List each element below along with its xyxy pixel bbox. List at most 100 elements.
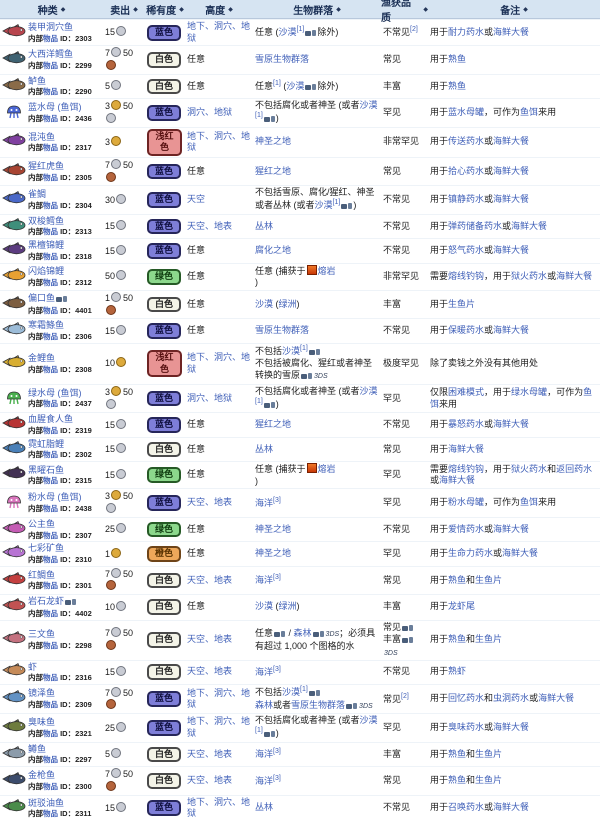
wiki-link[interactable]: 海鲜大餐: [493, 524, 529, 534]
wiki-link[interactable]: 地下、洞穴、地狱: [187, 688, 250, 710]
col-header-biome[interactable]: 生物群落◆: [253, 2, 381, 17]
wiki-link[interactable]: 臭味药水: [448, 722, 484, 732]
wiki-link[interactable]: 洞穴、地狱: [187, 107, 232, 117]
wiki-link[interactable]: 狱火药水: [511, 271, 547, 281]
wiki-link[interactable]: 回忆药水: [448, 693, 484, 703]
wiki-link[interactable]: 龙虾尾: [448, 601, 475, 611]
wiki-link[interactable]: 天空、地表: [187, 221, 232, 231]
col-header-sell[interactable]: 卖出◆: [103, 2, 145, 17]
wiki-link[interactable]: 天空、地表: [187, 666, 232, 676]
fish-name-link[interactable]: 鲈鱼: [28, 76, 46, 86]
wiki-link[interactable]: 爱情药水: [448, 524, 484, 534]
wiki-link[interactable]: 神圣之地: [255, 136, 291, 146]
item-id-link[interactable]: 物品: [43, 61, 58, 70]
fish-name-link[interactable]: 公主鱼: [28, 519, 55, 529]
wiki-link[interactable]: 蓝水母罐: [448, 107, 484, 117]
wiki-link[interactable]: 生鱼片: [448, 299, 475, 309]
wiki-link[interactable]: 猩红之地: [255, 166, 291, 176]
wiki-link[interactable]: 森林: [294, 628, 312, 638]
wiki-link[interactable]: 生鱼片: [475, 749, 502, 759]
fish-name-link[interactable]: 猩红虎鱼: [28, 161, 64, 171]
col-header-height[interactable]: 高度◆: [185, 2, 253, 17]
wiki-link[interactable]: 熟鱼: [448, 81, 466, 91]
wiki-link[interactable]: 海鲜大餐: [493, 166, 529, 176]
item-id-link[interactable]: 物品: [43, 201, 58, 210]
wiki-link[interactable]: 海鲜大餐: [493, 27, 529, 37]
wiki-link[interactable]: 鱼饵: [520, 107, 538, 117]
wiki-link[interactable]: 绿洲: [279, 601, 297, 611]
fish-name-link[interactable]: 装甲洞穴鱼: [28, 22, 73, 32]
wiki-link[interactable]: 熟鱼: [448, 634, 466, 644]
wiki-link[interactable]: 沙漠: [282, 687, 300, 697]
wiki-link[interactable]: 沙漠: [360, 386, 378, 396]
wiki-link[interactable]: 粉水母罐: [448, 497, 484, 507]
wiki-link[interactable]: 生鱼片: [475, 775, 502, 785]
item-id-link[interactable]: 物品: [43, 278, 58, 287]
fish-name-link[interactable]: 黑檀锦鲤: [28, 240, 64, 250]
item-id-link[interactable]: 物品: [43, 729, 58, 738]
wiki-link[interactable]: [1]: [300, 345, 308, 352]
wiki-link[interactable]: 天空、地表: [187, 497, 232, 507]
item-id-link[interactable]: 物品: [43, 782, 58, 791]
wiki-link[interactable]: 海鲜大餐: [493, 325, 529, 335]
wiki-link[interactable]: [3]: [273, 574, 281, 581]
wiki-link[interactable]: 沙漠: [282, 346, 300, 356]
fish-name-link[interactable]: 金鲤鱼: [28, 353, 55, 363]
sort-icon[interactable]: ◆: [133, 6, 138, 13]
item-id-link[interactable]: 物品: [43, 700, 58, 709]
wiki-link[interactable]: 天空、地表: [187, 575, 232, 585]
fish-name-link[interactable]: 岩石龙虾: [28, 596, 64, 606]
wiki-link[interactable]: 熟鱼: [448, 54, 466, 64]
wiki-link[interactable]: [1]: [273, 80, 281, 87]
wiki-link[interactable]: 天空: [187, 194, 205, 204]
col-header-notes[interactable]: 备注◆: [428, 2, 600, 17]
wiki-link[interactable]: 海鲜大餐: [556, 271, 592, 281]
col-header-species[interactable]: 种类◆: [0, 2, 103, 17]
wiki-link[interactable]: 丛林: [255, 221, 273, 231]
fish-name-link[interactable]: 混沌鱼: [28, 132, 55, 142]
wiki-link[interactable]: [1]: [255, 112, 263, 119]
wiki-link[interactable]: 丛林: [255, 444, 273, 454]
wiki-link[interactable]: 拾心药水: [448, 166, 484, 176]
item-id-link[interactable]: 物品: [43, 34, 58, 43]
fish-name-link[interactable]: 霓虹脂鲤: [28, 439, 64, 449]
item-id-link[interactable]: 物品: [43, 252, 58, 261]
wiki-link[interactable]: 生命力药水: [448, 548, 493, 558]
item-id-link[interactable]: 物品: [43, 426, 58, 435]
wiki-link[interactable]: [1]: [300, 686, 308, 693]
wiki-link[interactable]: 海鲜大餐: [448, 444, 484, 454]
item-id-link[interactable]: 物品: [43, 114, 58, 123]
sort-icon[interactable]: ◆: [228, 6, 233, 13]
wiki-link[interactable]: 鱼饵: [520, 497, 538, 507]
wiki-link[interactable]: [1]: [255, 727, 263, 734]
wiki-link[interactable]: 熔岩: [318, 266, 336, 276]
wiki-link[interactable]: [3]: [273, 666, 281, 673]
wiki-link[interactable]: 耐力药水: [448, 27, 484, 37]
item-id-link[interactable]: 物品: [43, 399, 58, 408]
fish-name-link[interactable]: 臭味鱼: [28, 717, 55, 727]
fish-name-link[interactable]: 鳟鱼: [28, 744, 46, 754]
wiki-link[interactable]: 海洋: [255, 667, 273, 677]
wiki-link[interactable]: 海鲜大餐: [439, 475, 475, 485]
wiki-link[interactable]: 沙漠: [255, 299, 273, 309]
item-id-link[interactable]: 物品: [43, 641, 58, 650]
wiki-link[interactable]: [3]: [273, 748, 281, 755]
wiki-link[interactable]: [2]: [401, 693, 409, 700]
wiki-link[interactable]: 保暖药水: [448, 325, 484, 335]
wiki-link[interactable]: [2]: [410, 26, 418, 33]
fish-name-link[interactable]: 七彩矿鱼: [28, 543, 64, 553]
wiki-link[interactable]: 狱火药水: [511, 464, 547, 474]
wiki-link[interactable]: 海洋: [255, 498, 273, 508]
wiki-link[interactable]: 沙漠: [286, 81, 304, 91]
wiki-link[interactable]: 生鱼片: [475, 575, 502, 585]
wiki-link[interactable]: [3]: [273, 775, 281, 782]
item-id-link[interactable]: 物品: [43, 755, 58, 764]
col-header-rarity[interactable]: 稀有度◆: [145, 2, 185, 17]
fish-name-link[interactable]: 绿水母 (鱼饵): [28, 388, 82, 398]
item-id-link[interactable]: 物品: [43, 365, 58, 374]
wiki-link[interactable]: [1]: [297, 26, 305, 33]
item-id-link[interactable]: 物品: [43, 609, 58, 618]
fish-name-link[interactable]: 大西洋鳕鱼: [28, 49, 73, 59]
wiki-link[interactable]: 海洋: [255, 776, 273, 786]
wiki-link[interactable]: 虫洞药水: [493, 693, 529, 703]
